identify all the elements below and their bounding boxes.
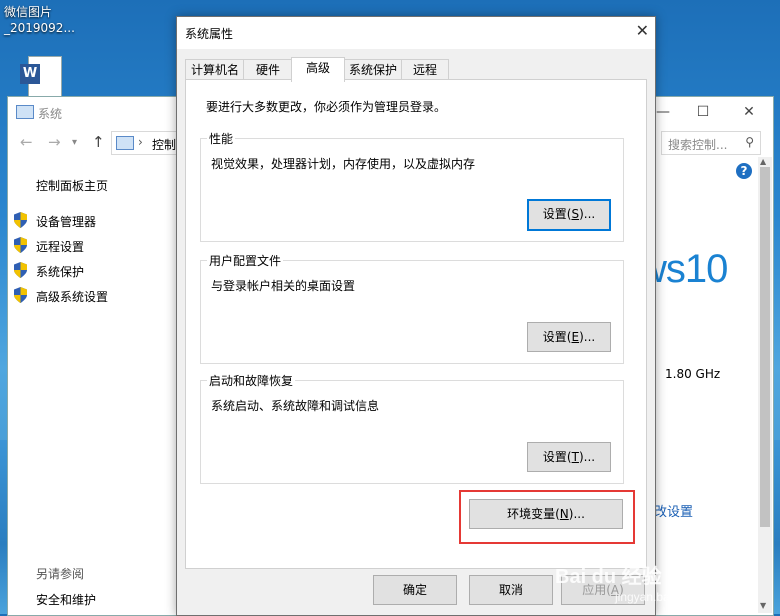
shield-icon [14,237,27,253]
search-icon: ⚲ [745,135,754,149]
user-profiles-title: 用户配置文件 [207,252,284,269]
file-name-line1: 微信图片 [4,5,53,19]
control-panel-home-link[interactable]: 控制面板主页 [36,177,108,194]
dialog-title: 系统属性 [185,27,234,41]
highlight-box [459,490,635,544]
ok-button[interactable]: 确定 [373,575,457,605]
tab-advanced[interactable]: 高级 [291,57,345,82]
address-bar[interactable]: › 控制 [111,131,183,155]
change-settings-link[interactable]: 改设置 [654,501,693,520]
shield-icon [14,262,27,278]
sidebar-item-label: 高级系统设置 [36,290,109,304]
monitor-icon [16,105,34,119]
breadcrumb[interactable]: 控制 [152,136,176,153]
startup-recovery-description: 系统启动、系统故障和调试信息 [211,399,380,413]
startup-recovery-settings-button[interactable]: 设置(T)... [527,442,611,472]
sidebar-item-label: 设备管理器 [36,215,97,229]
tab-remote[interactable]: 远程 [401,59,449,80]
cancel-button[interactable]: 取消 [469,575,553,605]
close-icon[interactable]: ✕ [636,21,649,40]
user-profiles-group: 用户配置文件 与登录帐户相关的桌面设置 设置(E)... [200,252,624,364]
search-placeholder: 搜索控制... [668,138,728,152]
dialog-titlebar: 系统属性 ✕ [177,17,655,49]
see-also-heading: 另请参阅 [36,567,85,581]
watermark-url: jingyan.baidu.com [615,590,712,604]
history-dropdown-icon[interactable]: ▾ [72,137,77,148]
tab-computer-name[interactable]: 计算机名 [185,59,245,80]
baidu-watermark: Bai du 经验 jingyan.baidu.com [555,560,775,610]
desktop-file-label[interactable]: 微信图片 _2019092... [4,4,84,36]
watermark-brand: Bai du 经验 [555,566,662,588]
chevron-right-icon: › [138,135,143,149]
file-name-line2: _2019092... [4,21,75,35]
performance-group: 性能 视觉效果，处理器计划，内存使用，以及虚拟内存 设置(S)... [200,130,624,242]
tab-system-protection[interactable]: 系统保护 [343,59,403,80]
performance-description: 视觉效果，处理器计划，内存使用，以及虚拟内存 [211,157,476,171]
shield-icon [14,287,27,303]
admin-note: 要进行大多数更改，你必须作为管理员登录。 [206,100,447,114]
forward-arrow-icon[interactable]: → [48,133,61,151]
close-button[interactable]: ✕ [734,101,764,123]
processor-speed: 1.80 GHz [665,367,721,381]
performance-title: 性能 [207,130,236,147]
startup-recovery-title: 启动和故障恢复 [207,372,296,389]
maximize-button[interactable]: ☐ [688,101,718,123]
tab-hardware[interactable]: 硬件 [243,59,293,80]
user-profiles-settings-button[interactable]: 设置(E)... [527,322,611,352]
sidebar-item-label: 远程设置 [36,240,85,254]
scroll-up-icon[interactable]: ▲ [760,157,766,166]
user-profiles-description: 与登录帐户相关的桌面设置 [211,279,356,293]
monitor-icon [116,136,134,150]
performance-settings-button[interactable]: 设置(S)... [527,199,611,231]
sidebar-item-label: 系统保护 [36,265,85,279]
startup-recovery-group: 启动和故障恢复 系统启动、系统故障和调试信息 设置(T)... [200,372,624,484]
up-arrow-icon[interactable]: ↑ [92,133,105,151]
vertical-scrollbar[interactable]: ▲ ▼ [758,157,772,613]
help-icon[interactable]: ? [736,163,752,179]
system-window-title: 系统 [38,107,63,121]
security-maintenance-link[interactable]: 安全和维护 [36,591,96,608]
shield-icon [14,212,27,228]
system-properties-dialog: 系统属性 ✕ 计算机名 硬件 高级 系统保护 远程 要进行大多数更改，你必须作为… [176,16,656,616]
back-arrow-icon[interactable]: ← [20,133,33,151]
scrollbar-thumb[interactable] [760,167,770,527]
search-input[interactable]: 搜索控制... ⚲ [661,131,761,155]
word-document-icon[interactable]: W [18,54,62,98]
